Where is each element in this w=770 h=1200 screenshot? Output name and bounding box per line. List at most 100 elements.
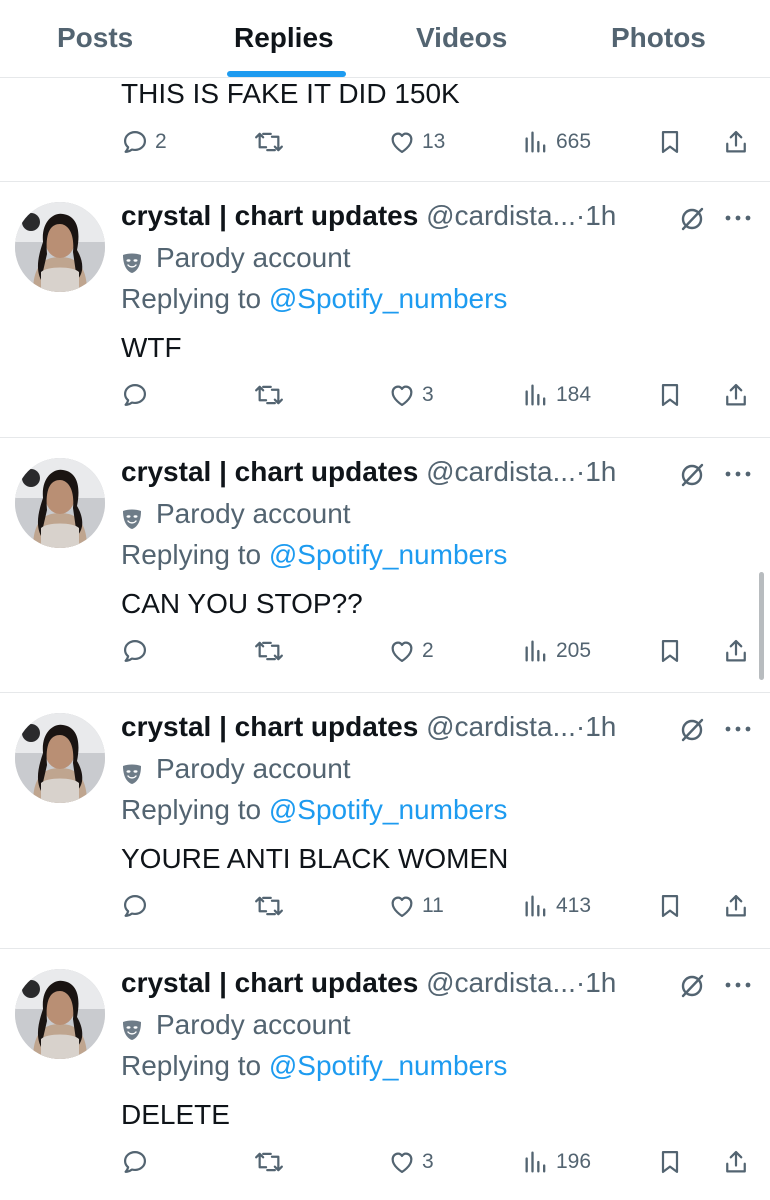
post-time[interactable]: 1h bbox=[585, 200, 616, 231]
repost-button[interactable] bbox=[253, 122, 285, 162]
repost-button[interactable] bbox=[253, 375, 285, 415]
bookmark-button[interactable] bbox=[656, 631, 684, 671]
share-icon bbox=[726, 639, 746, 661]
bookmark-icon bbox=[661, 130, 679, 154]
reply-button[interactable]: 2 bbox=[121, 122, 167, 162]
grok-icon[interactable] bbox=[677, 204, 707, 234]
parody-mask-icon bbox=[123, 1020, 141, 1040]
reply-icon bbox=[123, 383, 147, 406]
like-count: 3 bbox=[422, 1149, 434, 1173]
replying-prefix: Replying to bbox=[121, 538, 262, 570]
like-count: 3 bbox=[422, 383, 434, 406]
like-button[interactable]: 3 bbox=[388, 375, 434, 415]
bookmark-button[interactable] bbox=[656, 886, 684, 926]
user-handle[interactable]: @cardista... bbox=[426, 456, 576, 487]
grok-icon[interactable] bbox=[677, 715, 707, 745]
grok-icon[interactable] bbox=[677, 460, 707, 490]
replying-to: Replying to @Spotify_numbers bbox=[121, 283, 507, 315]
separator-dot: · bbox=[575, 711, 586, 742]
heart-icon bbox=[391, 896, 413, 918]
views-button[interactable]: 665 bbox=[522, 122, 591, 162]
repost-icon bbox=[255, 641, 283, 660]
more-icon[interactable] bbox=[723, 462, 753, 486]
reply-icon bbox=[123, 1150, 147, 1173]
grok-icon[interactable] bbox=[677, 971, 707, 1001]
mention-link[interactable]: @Spotify_numbers bbox=[269, 794, 508, 825]
more-icon[interactable] bbox=[723, 717, 753, 741]
share-button[interactable] bbox=[722, 886, 750, 926]
share-button[interactable] bbox=[722, 375, 750, 415]
tab-replies[interactable]: Replies bbox=[234, 22, 334, 54]
display-name[interactable]: crystal | chart updates bbox=[121, 967, 418, 998]
repost-button[interactable] bbox=[253, 631, 285, 671]
views-button[interactable]: 184 bbox=[522, 375, 591, 415]
views-button[interactable]: 205 bbox=[522, 631, 591, 671]
reply-header: crystal | chart updates @cardista...·1h bbox=[121, 711, 616, 743]
avatar[interactable] bbox=[15, 202, 105, 292]
display-name[interactable]: crystal | chart updates bbox=[121, 200, 418, 231]
reply-item[interactable]: crystal | chart updates @cardista...·1h … bbox=[0, 182, 770, 437]
mention-link[interactable]: @Spotify_numbers bbox=[269, 1050, 508, 1081]
bookmark-icon bbox=[661, 1150, 679, 1173]
views-chart-icon bbox=[525, 384, 546, 406]
views-count: 184 bbox=[556, 383, 592, 406]
reply-item[interactable]: crystal | chart updates @cardista...·1h … bbox=[0, 949, 770, 1200]
share-icon bbox=[726, 894, 746, 917]
reply-button[interactable] bbox=[121, 1142, 155, 1182]
reply-item[interactable]: crystal | chart updates @cardista...·1h … bbox=[0, 693, 770, 948]
avatar[interactable] bbox=[15, 968, 105, 1059]
more-icon[interactable] bbox=[723, 973, 753, 997]
profile-tabs: Posts Replies Videos Photos bbox=[0, 0, 770, 78]
views-count: 205 bbox=[556, 638, 592, 662]
share-button[interactable] bbox=[722, 122, 750, 162]
like-button[interactable]: 13 bbox=[388, 122, 445, 162]
reply-button[interactable] bbox=[121, 886, 155, 926]
mention-link[interactable]: @Spotify_numbers bbox=[269, 539, 508, 570]
like-button[interactable]: 11 bbox=[388, 886, 444, 926]
views-button[interactable]: 413 bbox=[522, 886, 591, 926]
display-name[interactable]: crystal | chart updates bbox=[121, 456, 418, 487]
mention-link[interactable]: @Spotify_numbers bbox=[269, 283, 508, 314]
bookmark-button[interactable] bbox=[656, 1142, 684, 1182]
reply-text: DELETE bbox=[121, 1098, 230, 1130]
repost-button[interactable] bbox=[253, 886, 285, 926]
repost-button[interactable] bbox=[253, 1142, 285, 1182]
user-handle[interactable]: @cardista... bbox=[426, 200, 576, 231]
post-time[interactable]: 1h bbox=[585, 456, 616, 487]
share-button[interactable] bbox=[722, 631, 750, 671]
replying-prefix: Replying to bbox=[121, 794, 262, 825]
post-time[interactable]: 1h bbox=[585, 967, 616, 998]
post-time[interactable]: 1h bbox=[585, 711, 616, 742]
user-handle[interactable]: @cardista... bbox=[426, 967, 576, 998]
reply-button[interactable] bbox=[121, 375, 155, 415]
tab-photos[interactable]: Photos bbox=[611, 22, 706, 54]
like-button[interactable]: 2 bbox=[388, 631, 434, 671]
separator-dot: · bbox=[575, 200, 586, 231]
scrollbar[interactable] bbox=[759, 572, 764, 680]
share-button[interactable] bbox=[722, 1142, 750, 1182]
views-button[interactable]: 196 bbox=[522, 1142, 591, 1182]
avatar[interactable] bbox=[15, 713, 105, 803]
reply-icon bbox=[123, 894, 147, 917]
avatar[interactable] bbox=[15, 457, 105, 548]
bookmark-button[interactable] bbox=[656, 375, 684, 415]
tab-posts[interactable]: Posts bbox=[57, 22, 133, 54]
like-button[interactable]: 3 bbox=[388, 1142, 434, 1182]
reply-button[interactable] bbox=[121, 631, 155, 671]
views-chart-icon bbox=[525, 640, 546, 661]
bookmark-button[interactable] bbox=[656, 122, 684, 162]
post-actions: 2 205 bbox=[0, 631, 770, 671]
tab-videos[interactable]: Videos bbox=[416, 22, 507, 54]
post-text: THIS IS FAKE IT DID 150K bbox=[121, 78, 460, 109]
post-actions: 3 184 bbox=[0, 375, 770, 415]
display-name[interactable]: crystal | chart updates bbox=[121, 711, 418, 742]
post-actions: 11 413 bbox=[0, 886, 770, 926]
heart-icon bbox=[391, 132, 413, 154]
separator-dot: · bbox=[575, 966, 586, 998]
active-tab-indicator bbox=[227, 71, 346, 77]
reply-header: crystal | chart updates @cardista...·1h bbox=[121, 200, 616, 232]
more-icon[interactable] bbox=[723, 206, 753, 230]
reply-item[interactable]: crystal | chart updates @cardista...·1h … bbox=[0, 438, 770, 693]
post-actions: 3 196 bbox=[0, 1142, 770, 1182]
user-handle[interactable]: @cardista... bbox=[426, 711, 576, 742]
